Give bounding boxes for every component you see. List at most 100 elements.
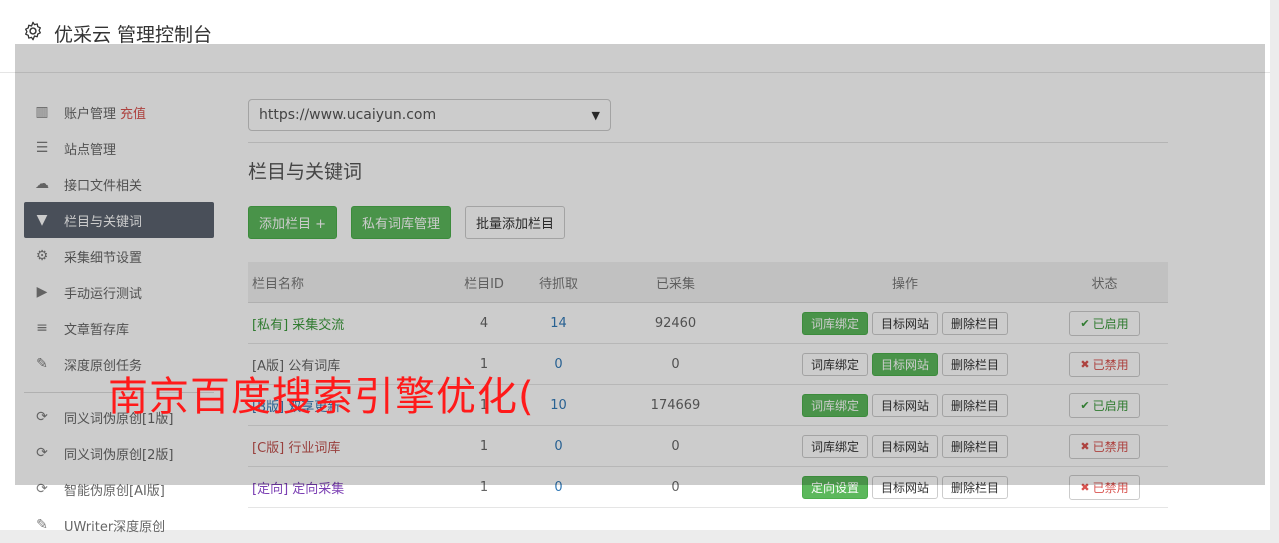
database-icon: ≡: [36, 320, 48, 336]
edit-icon: ✎: [36, 517, 48, 533]
sidebar-item-10[interactable]: ⟳ 智能伪原创[AI版]: [24, 471, 214, 507]
cloud-upload-icon: ☁: [35, 176, 49, 192]
column-tag[interactable]: [私有]: [252, 318, 288, 333]
sidebar-item-label: 文章暂存库: [64, 322, 130, 338]
header-pending: 待抓取: [535, 262, 582, 303]
pending-cell[interactable]: 0: [535, 466, 582, 508]
collected-cell: 0: [582, 343, 769, 385]
column-name[interactable]: 定向采集: [292, 482, 344, 497]
column-id-cell: 1: [433, 425, 535, 467]
delete-column-button[interactable]: 删除栏目: [942, 434, 1009, 458]
sidebar-item-label: 采集细节设置: [64, 250, 143, 266]
lexicon-bind-button[interactable]: 词库绑定: [801, 311, 868, 335]
site-select[interactable]: https://www.ucaiyun.com ▼: [248, 99, 611, 131]
target-site-button[interactable]: 目标网站: [871, 352, 938, 376]
sidebar-item-label: 接口文件相关: [64, 178, 143, 194]
scrollbar[interactable]: [1270, 0, 1279, 530]
status-toggle[interactable]: ✔ 已启用: [1069, 392, 1140, 418]
column-id-cell: 1: [433, 466, 535, 508]
batch-add-button[interactable]: 批量添加栏目: [465, 206, 566, 239]
actions-cell: 定向设置 目标网站 删除栏目: [769, 466, 1041, 508]
sidebar-item-9[interactable]: ⟳ 同义词伪原创[2版]: [24, 435, 214, 471]
column-name-cell: [私有] 采集交流: [248, 302, 433, 344]
table-row: [私有] 采集交流 4 14 92460 词库绑定 目标网站 删除栏目 ✔ 已启用: [248, 302, 1168, 344]
section-title: 栏目与关键词: [248, 161, 363, 183]
delete-column-button[interactable]: 删除栏目: [942, 393, 1009, 417]
close-icon: ✖: [1080, 480, 1090, 494]
header-status: 状态: [1041, 262, 1168, 303]
target-site-button[interactable]: 目标网站: [871, 311, 938, 335]
lexicon-bind-button[interactable]: 词库绑定: [801, 434, 868, 458]
table-row: [定向] 定向采集 1 0 0 定向设置 目标网站 删除栏目 ✖ 已禁用: [248, 466, 1168, 508]
column-tag[interactable]: [C版]: [252, 441, 284, 456]
sidebar-item-1[interactable]: ☰ 站点管理: [24, 130, 214, 166]
private-lexicon-button[interactable]: 私有词库管理: [351, 206, 452, 239]
header-actions: 操作: [769, 262, 1041, 303]
status-cell: ✖ 已禁用: [1041, 425, 1168, 467]
sidebar-item-4[interactable]: ⚙ 采集细节设置: [24, 238, 214, 274]
add-column-button[interactable]: 添加栏目 +: [248, 206, 338, 239]
refresh-icon: ⟳: [36, 445, 48, 461]
actions-cell: 词库绑定 目标网站 删除栏目: [769, 343, 1041, 385]
header-column-id: 栏目ID: [433, 262, 535, 303]
column-name[interactable]: 行业词库: [288, 441, 340, 456]
status-label: 已禁用: [1092, 480, 1129, 495]
cogs-icon: ⚙: [35, 248, 49, 264]
status-cell: ✖ 已禁用: [1041, 343, 1168, 385]
status-label: 已启用: [1092, 398, 1129, 413]
target-site-button[interactable]: 目标网站: [871, 434, 938, 458]
sidebar-item-3[interactable]: ▼ 栏目与关键词: [24, 202, 214, 238]
status-label: 已禁用: [1092, 357, 1129, 372]
delete-column-button[interactable]: 删除栏目: [942, 475, 1009, 499]
column-tag[interactable]: [定向]: [252, 482, 288, 497]
sidebar-item-label: 账户管理: [64, 106, 117, 122]
sidebar-item-11[interactable]: ✎ UWriter深度原创: [24, 507, 214, 543]
recharge-link[interactable]: 充值: [120, 103, 146, 122]
sidebar-item-5[interactable]: ▶ 手动运行测试: [24, 274, 214, 310]
collected-cell: 174669: [582, 384, 769, 426]
column-id-cell: 4: [433, 302, 535, 344]
check-icon: ✔: [1080, 316, 1090, 330]
lexicon-bind-button[interactable]: 词库绑定: [801, 393, 868, 417]
edit-icon: ✎: [36, 356, 48, 372]
status-label: 已禁用: [1092, 439, 1129, 454]
sidebar-item-0[interactable]: ▥ 账户管理 充值: [24, 94, 214, 130]
sidebar-item-label: 栏目与关键词: [64, 214, 143, 230]
status-toggle[interactable]: ✖ 已禁用: [1069, 433, 1140, 459]
header-column-name: 栏目名称: [248, 262, 433, 303]
sidebar-item-label: UWriter深度原创: [64, 519, 166, 535]
close-icon: ✖: [1080, 357, 1090, 371]
status-cell: ✔ 已启用: [1041, 384, 1168, 426]
close-icon: ✖: [1080, 439, 1090, 453]
sidebar-item-6[interactable]: ≡ 文章暂存库: [24, 310, 214, 346]
actions-cell: 词库绑定 目标网站 删除栏目: [769, 425, 1041, 467]
status-toggle[interactable]: ✖ 已禁用: [1069, 474, 1140, 500]
sidebar-item-label: 手动运行测试: [64, 286, 143, 302]
pending-cell[interactable]: 14: [535, 302, 582, 344]
status-toggle[interactable]: ✔ 已启用: [1069, 310, 1140, 336]
pending-cell[interactable]: 0: [535, 343, 582, 385]
actions-cell: 词库绑定 目标网站 删除栏目: [769, 384, 1041, 426]
refresh-icon: ⟳: [36, 409, 48, 425]
chevron-down-icon: ▼: [591, 108, 600, 122]
page-title: 优采云 管理控制台: [54, 24, 213, 46]
column-name[interactable]: 采集交流: [292, 318, 344, 333]
delete-column-button[interactable]: 删除栏目: [942, 311, 1009, 335]
target-site-button[interactable]: 目标网站: [871, 475, 938, 499]
lexicon-bind-button[interactable]: 词库绑定: [801, 352, 868, 376]
column-name-cell: [定向] 定向采集: [248, 466, 433, 508]
sidebar-item-2[interactable]: ☁ 接口文件相关: [24, 166, 214, 202]
bar-chart-icon: ▥: [35, 104, 49, 120]
pending-cell[interactable]: 0: [535, 425, 582, 467]
target-site-button[interactable]: 目标网站: [871, 393, 938, 417]
status-label: 已启用: [1092, 316, 1129, 331]
status-toggle[interactable]: ✖ 已禁用: [1069, 351, 1140, 377]
watermark-text: 南京百度搜索引擎优化(: [108, 374, 535, 420]
sidebar-item-label: 智能伪原创[AI版]: [64, 483, 165, 499]
pending-cell[interactable]: 10: [535, 384, 582, 426]
sidebar-item-label: 同义词伪原创[2版]: [64, 447, 174, 463]
header-collected: 已采集: [582, 262, 769, 303]
lexicon-bind-button[interactable]: 定向设置: [801, 475, 868, 499]
delete-column-button[interactable]: 删除栏目: [942, 352, 1009, 376]
column-name-cell: [C版] 行业词库: [248, 425, 433, 467]
